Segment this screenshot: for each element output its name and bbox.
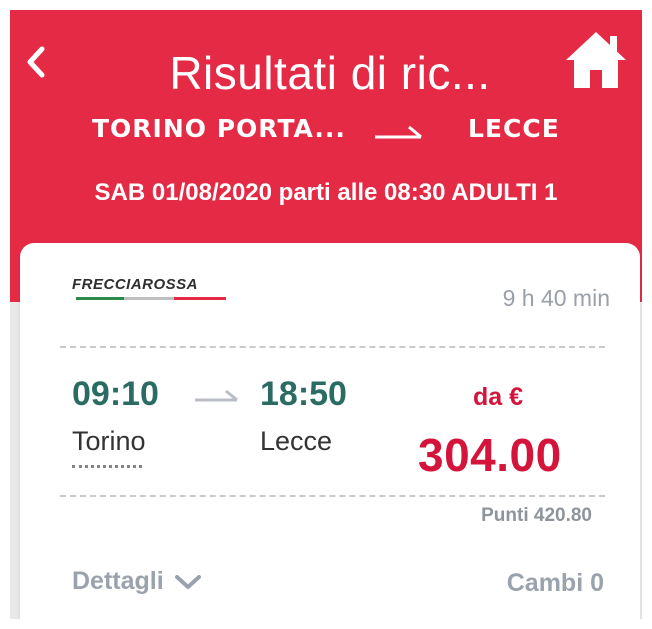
app-screen: Risultati di ric... TORINO PORTA... LECC…: [10, 10, 642, 619]
page-title: Risultati di ric...: [169, 47, 491, 99]
frecciarossa-logo: FRECCIAROSSA: [72, 276, 234, 302]
origin-station: TORINO PORTA...: [92, 114, 346, 143]
divider: [60, 495, 605, 497]
train-brand: FRECCIAROSSA: [72, 276, 199, 293]
logo-stripe: [76, 297, 226, 300]
arrival-station: Lecce: [260, 426, 333, 456]
back-button[interactable]: [16, 40, 56, 84]
details-label: Dettagli: [72, 567, 164, 595]
truncated-station-text: [72, 465, 142, 476]
chevron-down-icon: [174, 574, 201, 589]
chevron-left-icon: [27, 46, 45, 78]
trip-duration: 9 h 40 min: [502, 285, 610, 311]
departure-station: Torino: [72, 426, 146, 456]
departure-time: 09:10: [72, 375, 159, 413]
arrow-right-icon: [193, 388, 241, 411]
home-icon: [566, 32, 626, 88]
route-summary: TORINO PORTA... LECCE: [10, 110, 642, 150]
search-summary: SAB 01/08/2020 parti alle 08:30 ADULTI 1: [94, 179, 558, 206]
divider: [60, 346, 605, 348]
arrow-right-icon: [373, 120, 425, 149]
home-button[interactable]: [558, 22, 634, 98]
arrival-time: 18:50: [260, 375, 347, 413]
changes-count: Cambi 0: [506, 569, 604, 597]
price: 304.00: [418, 429, 562, 481]
destination-station: LECCE: [468, 114, 560, 143]
details-toggle[interactable]: Dettagli: [72, 567, 202, 596]
price-prefix: da €: [473, 383, 524, 411]
solution-card[interactable]: FRECCIAROSSA 9 h 40 min 09:10 18:50 Tori…: [20, 243, 640, 619]
loyalty-points: Punti 420.80: [481, 505, 592, 526]
